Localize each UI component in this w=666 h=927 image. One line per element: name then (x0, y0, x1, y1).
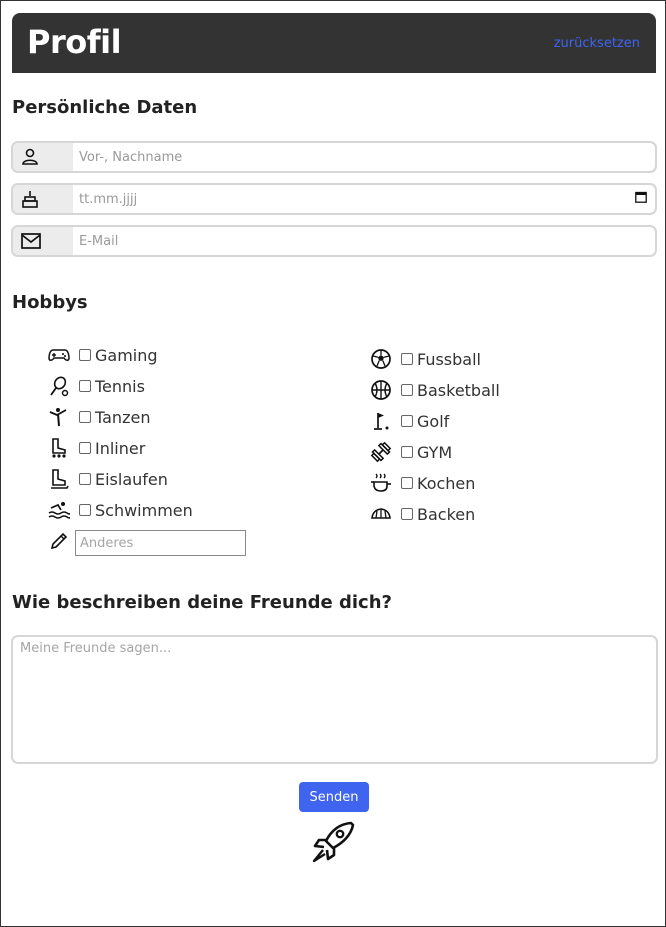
hobby-gaming: Gaming (47, 343, 158, 367)
birthday-input[interactable] (73, 185, 653, 213)
hobby-label: Eislaufen (95, 469, 168, 489)
checkbox-gym[interactable] (401, 446, 413, 458)
croissant-icon (369, 502, 393, 526)
swimming-icon (47, 498, 71, 522)
hobby-gym: GYM (369, 440, 452, 464)
page-frame: Profil zurücksetzen Persönliche Daten Ho… (0, 0, 666, 927)
hobby-label: Schwimmen (95, 500, 193, 520)
birthday-field (11, 183, 657, 215)
checkbox-tanzen[interactable] (79, 411, 91, 423)
hobby-inliner: Inliner (47, 436, 145, 460)
personal-data-heading: Persönliche Daten (12, 97, 198, 118)
hobby-golf: Golf (369, 409, 449, 433)
hobby-backen: Backen (369, 502, 475, 526)
soccer-ball-icon (369, 347, 393, 371)
person-icon (13, 143, 73, 171)
hobby-schwimmen: Schwimmen (47, 498, 193, 522)
hobbies-heading: Hobbys (12, 292, 88, 313)
dumbbell-icon (369, 440, 393, 464)
hobby-label: Tanzen (95, 407, 151, 427)
friends-heading: Wie beschreiben deine Freunde dich? (12, 592, 392, 613)
checkbox-schwimmen[interactable] (79, 504, 91, 516)
hobby-label: Basketball (417, 380, 500, 400)
checkbox-backen[interactable] (401, 508, 413, 520)
hobby-label: Golf (417, 411, 450, 431)
hobby-kochen: Kochen (369, 471, 475, 495)
page-title: Profil (27, 23, 122, 61)
email-field (11, 225, 657, 257)
tennis-racket-icon (47, 374, 71, 398)
hobby-label: Backen (417, 504, 476, 524)
checkbox-eislaufen[interactable] (79, 473, 91, 485)
checkbox-tennis[interactable] (79, 380, 91, 392)
send-button[interactable]: Senden (299, 782, 369, 812)
friends-description-textarea[interactable] (11, 635, 658, 764)
other-hobby-input[interactable] (75, 530, 246, 556)
checkbox-golf[interactable] (401, 415, 413, 427)
header-bar: Profil zurücksetzen (12, 13, 656, 73)
mail-icon (13, 227, 73, 255)
golf-flag-icon (369, 409, 393, 433)
gamepad-icon (47, 343, 71, 367)
checkbox-gaming[interactable] (79, 349, 91, 361)
ice-skate-icon (47, 467, 71, 491)
inline-skate-icon (47, 436, 71, 460)
checkbox-kochen[interactable] (401, 477, 413, 489)
reset-link[interactable]: zurücksetzen (554, 36, 640, 51)
basketball-icon (369, 378, 393, 402)
birthday-cake-icon (13, 185, 73, 213)
checkbox-inliner[interactable] (79, 442, 91, 454)
email-input[interactable] (73, 227, 653, 255)
dance-icon (47, 405, 71, 429)
name-field (11, 141, 657, 173)
cooking-pot-icon (369, 471, 393, 495)
hobby-label: Tennis (95, 376, 145, 396)
hobby-label: Kochen (417, 473, 476, 493)
hobby-tanzen: Tanzen (47, 405, 150, 429)
checkbox-fussball[interactable] (401, 353, 413, 365)
hobby-basketball: Basketball (369, 378, 500, 402)
name-input[interactable] (73, 143, 653, 171)
pencil-icon (49, 531, 69, 551)
hobby-fussball: Fussball (369, 347, 481, 371)
hobby-eislaufen: Eislaufen (47, 467, 168, 491)
calendar-icon[interactable] (635, 191, 647, 203)
hobby-tennis: Tennis (47, 374, 145, 398)
rocket-icon (311, 819, 357, 865)
checkbox-basketball[interactable] (401, 384, 413, 396)
hobby-label: Gaming (95, 345, 158, 365)
hobby-label: Inliner (95, 438, 146, 458)
hobby-label: GYM (417, 442, 453, 462)
hobby-label: Fussball (417, 349, 481, 369)
